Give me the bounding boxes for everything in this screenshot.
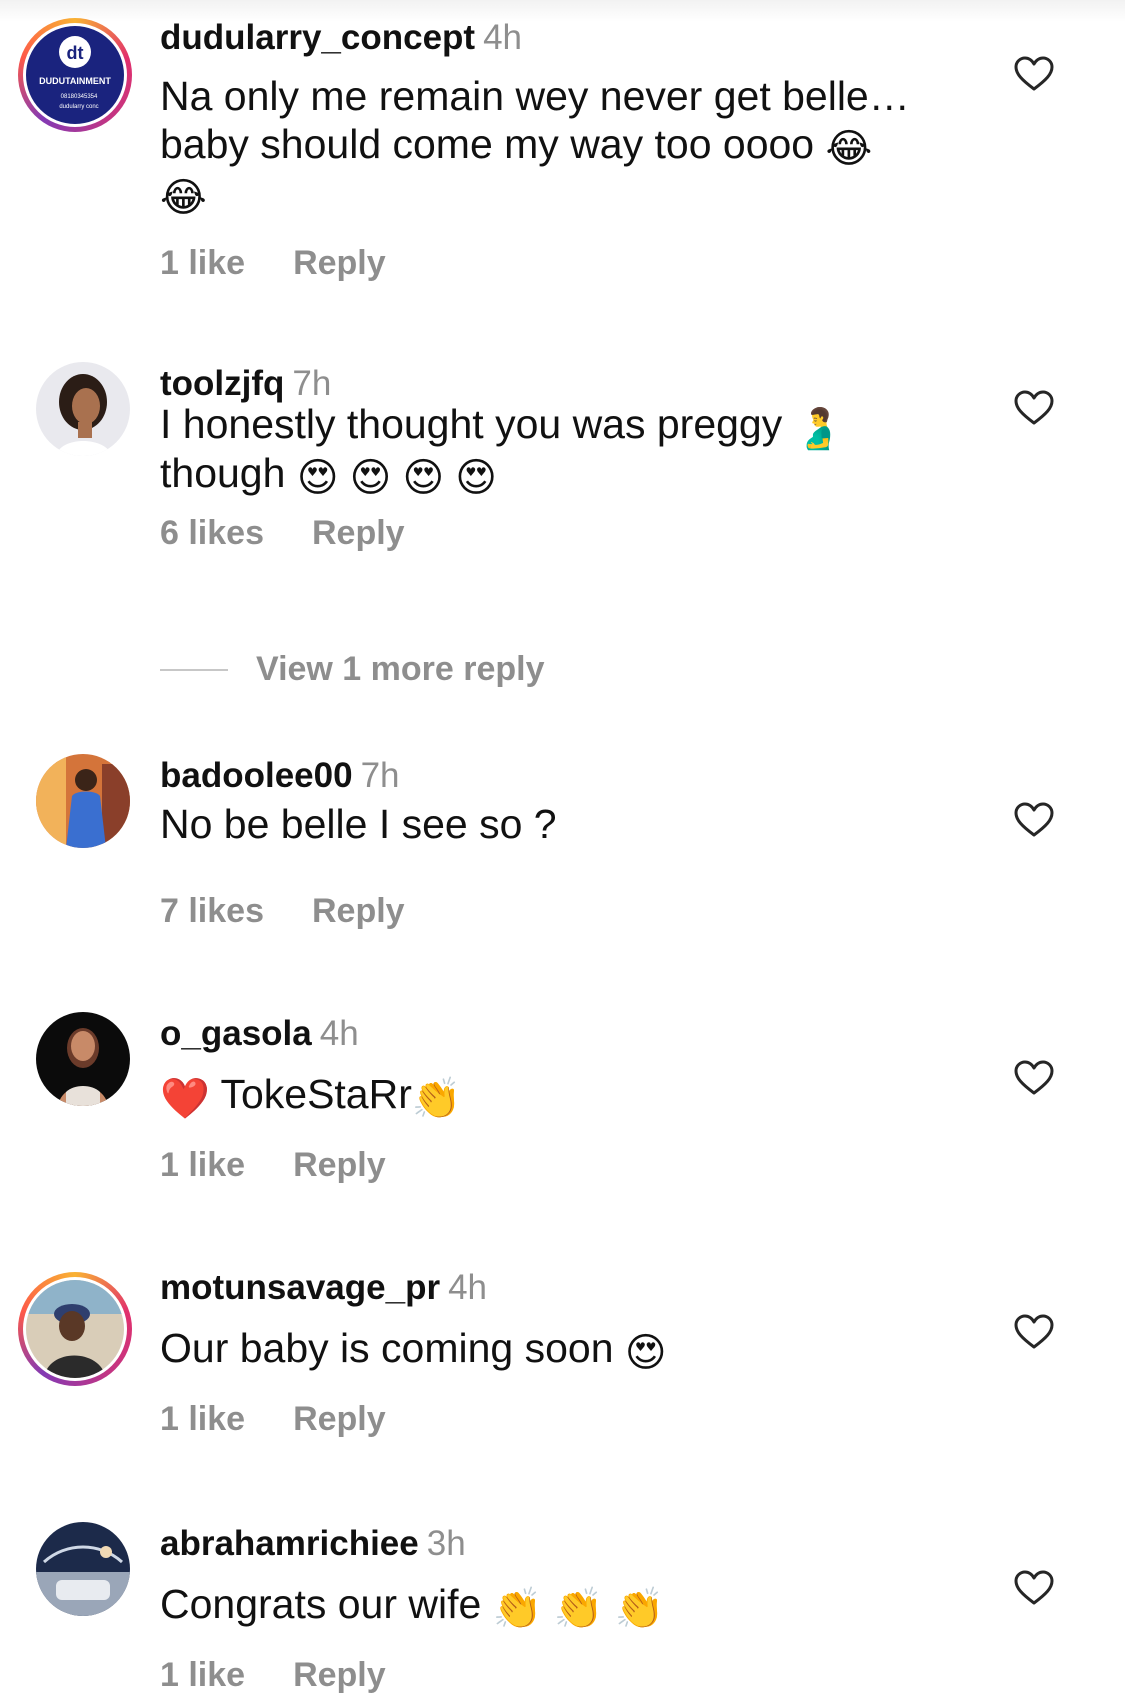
avatar[interactable] <box>36 1012 130 1106</box>
reply-button[interactable]: Reply <box>293 1400 386 1438</box>
reply-button[interactable]: Reply <box>293 244 386 282</box>
comment-text-line: Our baby is coming soon <box>160 1325 614 1371</box>
like-count[interactable]: 7 likes <box>160 892 264 930</box>
heart-outline-icon[interactable] <box>1014 56 1054 92</box>
avatar-story-ring[interactable]: dt DUDUTAINMENT 08180345354 dudularry co… <box>18 18 132 132</box>
comment-text: Na only me remain wey never get belle… b… <box>160 72 950 218</box>
heart-outline-icon[interactable] <box>1014 1060 1054 1096</box>
comment-text-line: Congrats our wife <box>160 1581 482 1627</box>
view-more-replies-label[interactable]: View 1 more reply <box>256 650 545 688</box>
heart-outline-icon[interactable] <box>1014 802 1054 838</box>
avatar[interactable] <box>26 1280 124 1378</box>
like-count[interactable]: 1 like <box>160 1656 245 1694</box>
comment-text-line: baby should come my way too oooo <box>160 121 815 167</box>
comment-text: No be belle I see so ? <box>160 801 557 847</box>
comment-text: ❤️ TokeStaRr👏 <box>160 1070 950 1119</box>
avatar-story-ring[interactable] <box>18 1272 132 1386</box>
divider-line <box>160 668 228 671</box>
comment-text: Congrats our wife 👏 👏 👏 <box>160 1580 950 1629</box>
comment-username[interactable]: toolzjfq <box>160 364 284 403</box>
comment-text-line: though <box>160 450 286 496</box>
clapping-hands-emoji: 👏 👏 👏 <box>492 1587 665 1631</box>
comment-username[interactable]: dudularry_concept <box>160 18 475 57</box>
avatar-handle: dudularry conc <box>59 104 98 110</box>
laughing-emoji: 😂 <box>825 127 873 171</box>
comment-text: I honestly thought you was preggy 🫃 thou… <box>160 400 950 498</box>
comment-time: 4h <box>448 1268 488 1307</box>
view-more-replies[interactable]: View 1 more reply <box>160 650 545 689</box>
pregnant-man-emoji: 🫃 <box>793 407 844 451</box>
comment-text: Our baby is coming soon 😍 <box>160 1324 950 1373</box>
comment-text-line: TokeStaRr <box>220 1071 412 1117</box>
like-count[interactable]: 1 like <box>160 1146 245 1184</box>
heart-outline-icon[interactable] <box>1014 1570 1054 1606</box>
comment-time: 3h <box>426 1524 466 1563</box>
comment-text-line: I honestly thought you was preggy <box>160 401 783 447</box>
avatar-logo: dt <box>67 43 84 63</box>
avatar[interactable] <box>36 1522 130 1616</box>
heart-outline-icon[interactable] <box>1014 1314 1054 1350</box>
reply-button[interactable]: Reply <box>293 1656 386 1694</box>
comment-username[interactable]: abrahamrichiee <box>160 1524 419 1563</box>
comment-time: 7h <box>292 364 332 403</box>
comment-username[interactable]: badoolee00 <box>160 756 353 795</box>
avatar[interactable]: dt DUDUTAINMENT 08180345354 dudularry co… <box>26 26 124 124</box>
reply-button[interactable]: Reply <box>312 514 405 552</box>
comment-time: 4h <box>483 18 523 57</box>
heart-eyes-emoji: 😍 <box>624 1331 667 1375</box>
like-count[interactable]: 1 like <box>160 244 245 282</box>
clapping-hands-emoji: 👏 <box>411 1077 462 1121</box>
comment-text-line: Na only me remain wey never get belle… <box>160 73 910 119</box>
laughing-emoji: 😂 <box>160 176 207 220</box>
like-count[interactable]: 1 like <box>160 1400 245 1438</box>
like-count[interactable]: 6 likes <box>160 514 264 552</box>
comment-username[interactable]: motunsavage_pr <box>160 1268 440 1307</box>
comment-username[interactable]: o_gasola <box>160 1014 312 1053</box>
comment-time: 4h <box>319 1014 359 1053</box>
avatar-phone: 08180345354 <box>61 94 98 100</box>
comment-time: 7h <box>360 756 400 795</box>
avatar[interactable] <box>36 362 130 456</box>
avatar[interactable] <box>36 754 130 848</box>
reply-button[interactable]: Reply <box>293 1146 386 1184</box>
heart-outline-icon[interactable] <box>1014 390 1054 426</box>
reply-button[interactable]: Reply <box>312 892 405 930</box>
avatar-brand: DUDUTAINMENT <box>39 76 111 86</box>
heart-eyes-emoji: 😍 😍 😍 😍 <box>296 456 497 500</box>
red-heart-emoji: ❤️ <box>160 1077 210 1121</box>
